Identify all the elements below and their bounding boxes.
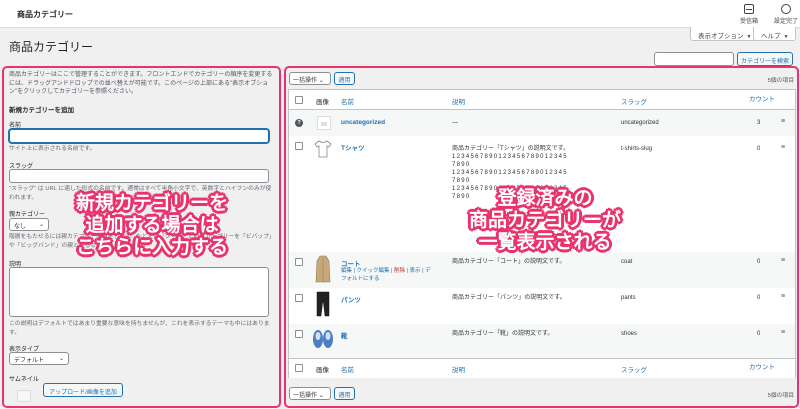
inbox-label: 受信箱 xyxy=(739,19,758,25)
screen-options-label: 表示オプション xyxy=(698,33,744,40)
right-callout: 登録済みの 商品カテゴリーが 一覧表示される xyxy=(440,187,650,253)
screen-options-button[interactable]: 表示オプション ▼ xyxy=(690,27,760,41)
callout-line: 一覧表示される xyxy=(478,231,612,253)
callout-line: 追加する場合は xyxy=(85,214,219,236)
setup-complete-button[interactable]: 設定完了 xyxy=(766,4,800,25)
callout-line: 新規カテゴリーを xyxy=(75,192,228,214)
callout-line: 登録済みの xyxy=(497,187,593,209)
search-input[interactable] xyxy=(654,52,734,66)
callout-line: 商品カテゴリーが xyxy=(468,209,621,231)
circle-icon xyxy=(781,4,791,14)
help-button[interactable]: ヘルプ ▼ xyxy=(753,27,797,41)
help-label: ヘルプ xyxy=(761,33,781,40)
callout-line: こちらに入力する xyxy=(75,236,228,258)
caret-down-icon: ▼ xyxy=(783,34,789,40)
inbox-button[interactable]: 受信箱 xyxy=(729,4,769,25)
inbox-icon xyxy=(744,4,754,14)
admin-header: 商品カテゴリー 受信箱 設定完了 xyxy=(0,0,800,28)
setup-label: 設定完了 xyxy=(773,19,798,25)
page-title: 商品カテゴリー xyxy=(9,40,94,54)
search-categories-button[interactable]: カテゴリーを検索 xyxy=(737,52,793,66)
header-title: 商品カテゴリー xyxy=(17,10,73,19)
caret-down-icon: ▼ xyxy=(746,34,752,40)
left-callout: 新規カテゴリーを 追加する場合は こちらに入力する xyxy=(52,192,252,258)
